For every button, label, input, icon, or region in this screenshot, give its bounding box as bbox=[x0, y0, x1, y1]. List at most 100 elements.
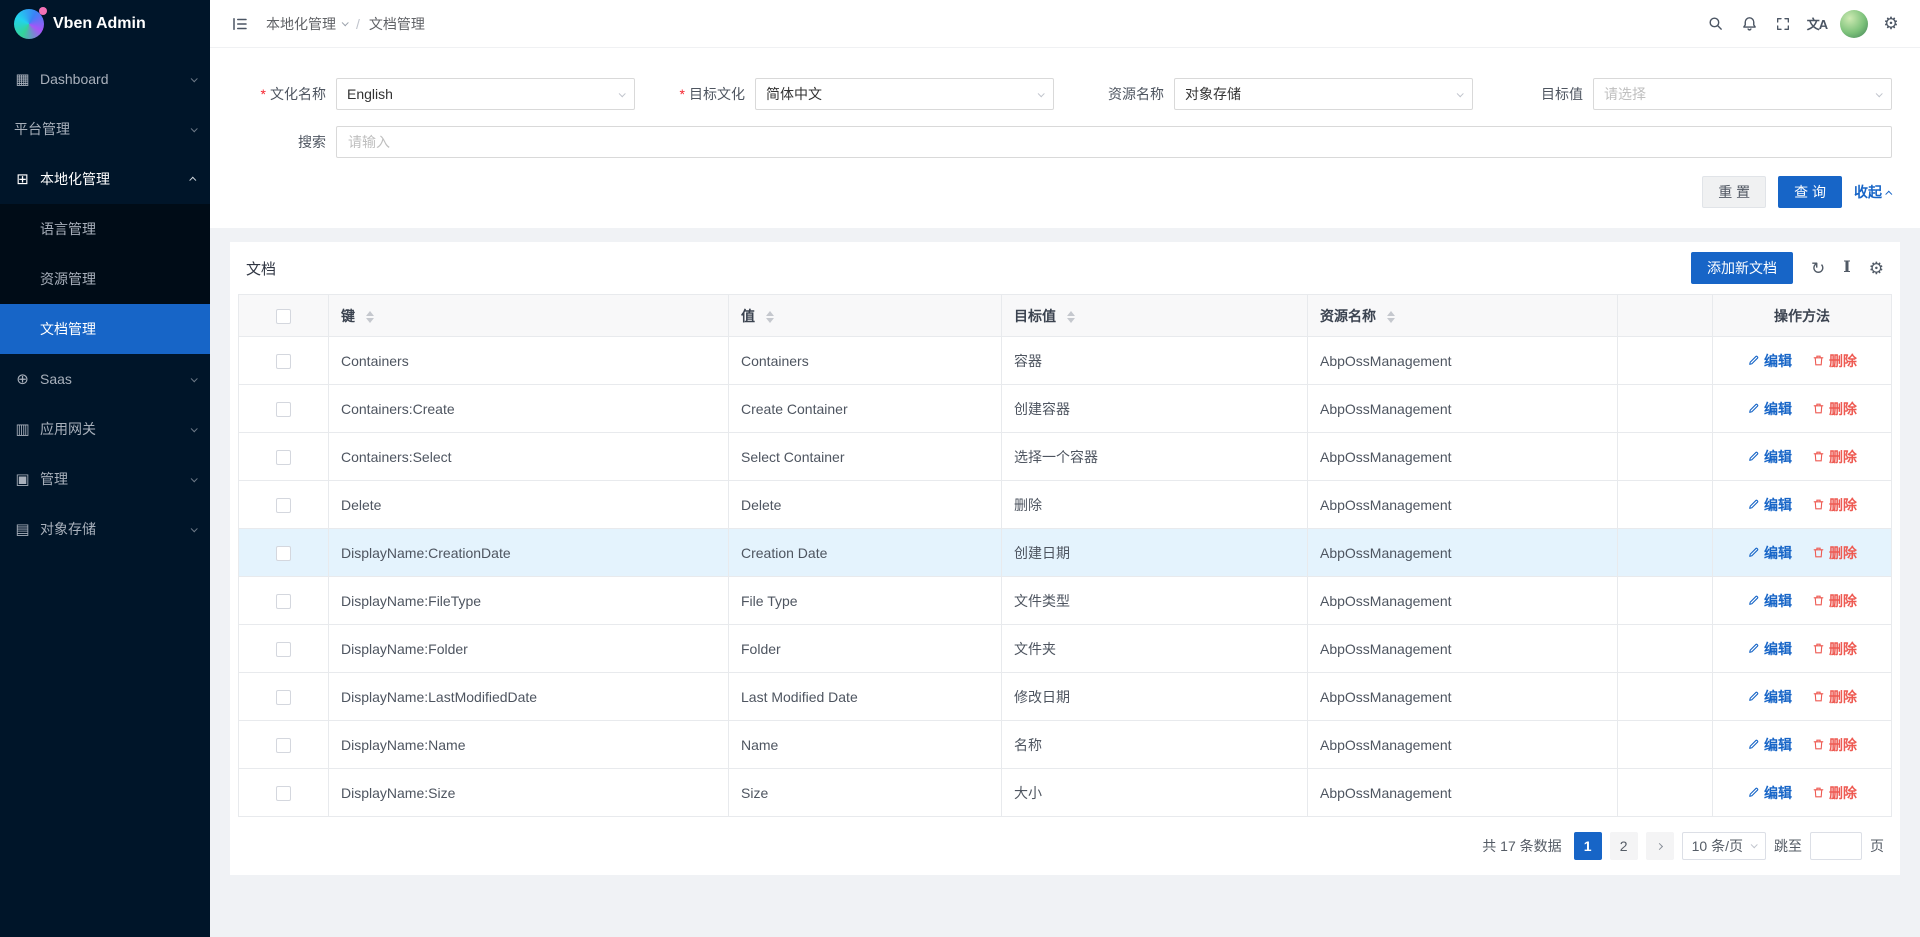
column-header-target[interactable]: 目标值 bbox=[1002, 295, 1308, 337]
row-checkbox[interactable] bbox=[276, 786, 291, 801]
cell-key: DisplayName:Size bbox=[329, 769, 729, 817]
delete-button[interactable]: 删除 bbox=[1812, 543, 1857, 563]
table-row: Containers:Select Select Container 选择一个容… bbox=[239, 433, 1892, 481]
localization-icon: ⊞ bbox=[14, 170, 31, 188]
row-height-icon[interactable]: Ⅰ bbox=[1843, 260, 1850, 276]
sidebar-item-dashboard[interactable]: ▦ Dashboard bbox=[0, 54, 210, 104]
reset-button[interactable]: 重 置 bbox=[1702, 176, 1766, 208]
row-checkbox[interactable] bbox=[276, 594, 291, 609]
delete-button[interactable]: 删除 bbox=[1812, 687, 1857, 707]
translate-icon[interactable]: 文A bbox=[1800, 0, 1834, 48]
cell-resource: AbpOssManagement bbox=[1308, 481, 1618, 529]
cell-value: Create Container bbox=[729, 385, 1002, 433]
row-checkbox[interactable] bbox=[276, 354, 291, 369]
settings-gear-icon[interactable]: ⚙ bbox=[1874, 0, 1908, 48]
edit-button[interactable]: 编辑 bbox=[1747, 639, 1792, 659]
delete-button[interactable]: 删除 bbox=[1812, 783, 1857, 803]
sidebar-item-saas[interactable]: ⊕ Saas bbox=[0, 354, 210, 404]
field-culture-name: 文化名称 English bbox=[226, 78, 635, 110]
search-icon[interactable] bbox=[1698, 0, 1732, 48]
logo[interactable]: Vben Admin bbox=[0, 0, 210, 48]
localization-submenu: 语言管理 资源管理 文档管理 bbox=[0, 204, 210, 354]
edit-button[interactable]: 编辑 bbox=[1747, 591, 1792, 611]
sidebar-item-localization[interactable]: ⊞ 本地化管理 bbox=[0, 154, 210, 204]
search-input[interactable] bbox=[336, 126, 1892, 158]
sidebar-subitem-document[interactable]: 文档管理 bbox=[0, 304, 210, 354]
chevron-down-icon bbox=[191, 75, 198, 82]
column-header-key[interactable]: 键 bbox=[329, 295, 729, 337]
sidebar-item-gateway[interactable]: ▥ 应用网关 bbox=[0, 404, 210, 454]
documents-table: 键 值 目标值 资源名称 bbox=[238, 294, 1892, 817]
delete-button[interactable]: 删除 bbox=[1812, 639, 1857, 659]
target-culture-select[interactable]: 简体中文 bbox=[755, 78, 1054, 110]
row-checkbox[interactable] bbox=[276, 498, 291, 513]
add-document-button[interactable]: 添加新文档 bbox=[1691, 252, 1793, 284]
fullscreen-icon[interactable] bbox=[1766, 0, 1800, 48]
cell-target: 删除 bbox=[1002, 481, 1308, 529]
delete-button[interactable]: 删除 bbox=[1812, 447, 1857, 467]
target-value-select[interactable]: 请选择 bbox=[1593, 78, 1892, 110]
edit-button[interactable]: 编辑 bbox=[1747, 447, 1792, 467]
collapse-link[interactable]: 收起 bbox=[1854, 182, 1892, 202]
cell-value: Folder bbox=[729, 625, 1002, 673]
topbar: 本地化管理 / 文档管理 文A ⚙ bbox=[210, 0, 1920, 48]
next-page-button[interactable] bbox=[1646, 832, 1674, 860]
notification-bell-icon[interactable] bbox=[1732, 0, 1766, 48]
table-row: DisplayName:Name Name 名称 AbpOssManagemen… bbox=[239, 721, 1892, 769]
refresh-icon[interactable]: ↻ bbox=[1811, 260, 1825, 277]
jump-page-input[interactable] bbox=[1810, 832, 1862, 860]
cell-value: Containers bbox=[729, 337, 1002, 385]
row-checkbox[interactable] bbox=[276, 450, 291, 465]
edit-button[interactable]: 编辑 bbox=[1747, 687, 1792, 707]
page-size-select[interactable]: 10 条/页 bbox=[1682, 832, 1766, 860]
edit-button[interactable]: 编辑 bbox=[1747, 495, 1792, 515]
sidebar-item-oss[interactable]: ▤ 对象存储 bbox=[0, 504, 210, 554]
menu-fold-icon[interactable] bbox=[224, 0, 256, 48]
query-button[interactable]: 查 询 bbox=[1778, 176, 1842, 208]
column-header-value[interactable]: 值 bbox=[729, 295, 1002, 337]
delete-button[interactable]: 删除 bbox=[1812, 351, 1857, 371]
table-row: DisplayName:Size Size 大小 AbpOssManagemen… bbox=[239, 769, 1892, 817]
cell-value: Select Container bbox=[729, 433, 1002, 481]
edit-button[interactable]: 编辑 bbox=[1747, 783, 1792, 803]
row-checkbox[interactable] bbox=[276, 690, 291, 705]
row-checkbox[interactable] bbox=[276, 402, 291, 417]
table-row: DisplayName:Folder Folder 文件夹 AbpOssMana… bbox=[239, 625, 1892, 673]
breadcrumb-item-parent[interactable]: 本地化管理 bbox=[266, 14, 347, 34]
breadcrumb-item-current: 文档管理 bbox=[369, 14, 425, 34]
row-checkbox[interactable] bbox=[276, 642, 291, 657]
page-button-1[interactable]: 1 bbox=[1574, 832, 1602, 860]
delete-button[interactable]: 删除 bbox=[1812, 591, 1857, 611]
sidebar-item-admin[interactable]: ▣ 管理 bbox=[0, 454, 210, 504]
edit-button[interactable]: 编辑 bbox=[1747, 399, 1792, 419]
cell-resource: AbpOssManagement bbox=[1308, 721, 1618, 769]
saas-icon: ⊕ bbox=[14, 370, 31, 388]
oss-icon: ▤ bbox=[14, 520, 31, 538]
row-checkbox[interactable] bbox=[276, 546, 291, 561]
sidebar-subitem-resource[interactable]: 资源管理 bbox=[0, 254, 210, 304]
chevron-down-icon bbox=[1876, 90, 1883, 97]
column-header-resource[interactable]: 资源名称 bbox=[1308, 295, 1618, 337]
chevron-down-icon bbox=[1038, 90, 1045, 97]
sidebar-item-platform[interactable]: 平台管理 bbox=[0, 104, 210, 154]
table-row: Containers Containers 容器 AbpOssManagemen… bbox=[239, 337, 1892, 385]
edit-button[interactable]: 编辑 bbox=[1747, 735, 1792, 755]
delete-button[interactable]: 删除 bbox=[1812, 399, 1857, 419]
select-all-checkbox[interactable] bbox=[276, 309, 291, 324]
delete-button[interactable]: 删除 bbox=[1812, 495, 1857, 515]
culture-name-select[interactable]: English bbox=[336, 78, 635, 110]
pagination: 共 17 条数据 1 2 10 条/页 跳至 页 bbox=[230, 817, 1900, 875]
delete-button[interactable]: 删除 bbox=[1812, 735, 1857, 755]
cell-resource: AbpOssManagement bbox=[1308, 625, 1618, 673]
column-settings-gear-icon[interactable]: ⚙ bbox=[1869, 260, 1884, 277]
row-checkbox[interactable] bbox=[276, 738, 291, 753]
table-row: Delete Delete 删除 AbpOssManagement 编辑 bbox=[239, 481, 1892, 529]
table-row: DisplayName:FileType File Type 文件类型 AbpO… bbox=[239, 577, 1892, 625]
edit-button[interactable]: 编辑 bbox=[1747, 351, 1792, 371]
page-button-2[interactable]: 2 bbox=[1610, 832, 1638, 860]
sidebar-subitem-language[interactable]: 语言管理 bbox=[0, 204, 210, 254]
resource-name-select[interactable]: 对象存储 bbox=[1174, 78, 1473, 110]
avatar[interactable] bbox=[1840, 10, 1868, 38]
edit-button[interactable]: 编辑 bbox=[1747, 543, 1792, 563]
cell-target: 大小 bbox=[1002, 769, 1308, 817]
